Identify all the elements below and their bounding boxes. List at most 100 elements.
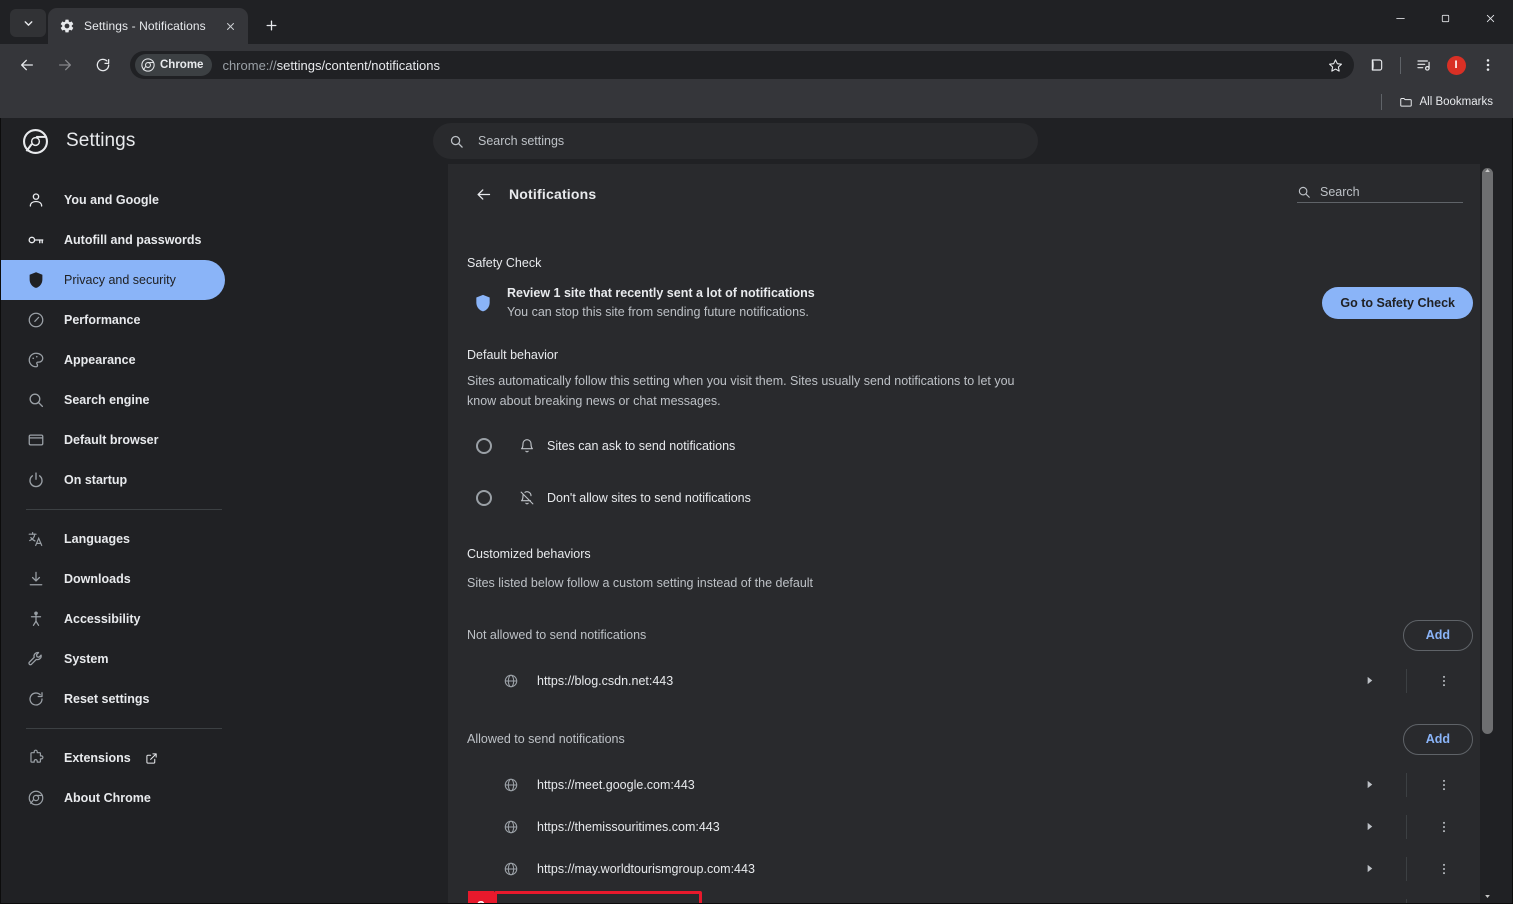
browser-tab[interactable]: Settings - Notifications [48, 8, 248, 44]
tab-search-icon[interactable] [10, 9, 46, 37]
table-row[interactable]: https://themissouritimes.com:443 [467, 805, 1473, 847]
row-divider [1406, 772, 1407, 797]
settings-content-card: Notifications Search Safety Check Review… [448, 164, 1495, 903]
minimize-icon[interactable] [1378, 0, 1423, 36]
more-options-icon[interactable] [1429, 896, 1459, 903]
bookmark-star-icon[interactable] [1322, 52, 1348, 78]
sidebar-item-downloads[interactable]: Downloads [1, 559, 225, 599]
sidebar-item-about-chrome[interactable]: About Chrome [1, 778, 225, 818]
chrome-icon [26, 788, 46, 808]
maximize-icon[interactable] [1423, 0, 1468, 36]
group-title: Allowed to send notifications [467, 732, 625, 747]
sidebar-item-label: Accessibility [64, 612, 141, 626]
default-behavior-section: Default behavior Sites automatically fol… [448, 348, 1495, 522]
bell-icon [518, 437, 536, 455]
search-icon [26, 390, 46, 410]
sidebar-item-languages[interactable]: Languages [1, 519, 225, 559]
chrome-menu-icon[interactable] [1473, 50, 1503, 80]
download-icon [26, 569, 46, 589]
close-icon[interactable] [1468, 0, 1513, 36]
new-tab-button[interactable] [256, 10, 286, 40]
scroll-up-icon[interactable] [1482, 165, 1493, 176]
table-row-highlighted[interactable]: https://salesconnection.my [467, 889, 1473, 903]
table-row[interactable]: https://may.worldtourismgroup.com:443 [467, 847, 1473, 889]
sidebar-item-label: You and Google [64, 193, 159, 207]
search-icon [450, 135, 463, 148]
radio-button[interactable] [476, 490, 492, 506]
page-search-placeholder: Search [1320, 185, 1360, 199]
table-row[interactable]: https://meet.google.com:443 [467, 763, 1473, 805]
back-icon[interactable] [466, 177, 500, 211]
page-search-input[interactable]: Search [1297, 185, 1463, 203]
settings-brand: Settings [23, 128, 421, 154]
avatar: I [1446, 55, 1466, 75]
power-icon [26, 470, 46, 490]
media-controls-icon[interactable] [1409, 50, 1439, 80]
back-icon[interactable] [12, 50, 42, 80]
row-divider [1406, 668, 1407, 693]
address-bar[interactable]: Chrome chrome://settings/content/notific… [130, 51, 1354, 79]
sidebar-item-reset-settings[interactable]: Reset settings [1, 679, 225, 719]
sidebar-item-search-engine[interactable]: Search engine [1, 380, 225, 420]
shield-icon [473, 293, 493, 313]
accessibility-icon [26, 609, 46, 629]
wrench-icon [26, 649, 46, 669]
sidebar-item-privacy-and-security[interactable]: Privacy and security [1, 260, 225, 300]
sidebar-item-label: Appearance [64, 353, 136, 367]
sidebar-item-extensions[interactable]: Extensions [1, 738, 225, 778]
search-settings-input[interactable]: Search settings [433, 123, 1038, 159]
content-header: Notifications Search [448, 164, 1495, 224]
external-link-icon [145, 752, 158, 765]
profile-avatar[interactable]: I [1441, 50, 1471, 80]
sidebar-item-default-browser[interactable]: Default browser [1, 420, 225, 460]
sidebar-item-you-and-google[interactable]: You and Google [1, 180, 225, 220]
chevron-right-icon[interactable] [1354, 896, 1384, 903]
sidebar-item-performance[interactable]: Performance [1, 300, 225, 340]
chevron-right-icon[interactable] [1354, 770, 1384, 800]
side-panel-icon[interactable] [1362, 50, 1392, 80]
default-behavior-description: Sites automatically follow this setting … [467, 373, 1015, 408]
sidebar-item-label: Autofill and passwords [64, 233, 202, 247]
chrome-icon [23, 128, 48, 154]
add-not-allowed-button[interactable]: Add [1402, 619, 1473, 651]
go-to-safety-check-button[interactable]: Go to Safety Check [1322, 286, 1473, 319]
add-allowed-button[interactable]: Add [1402, 723, 1473, 755]
forward-icon[interactable] [50, 50, 80, 80]
sidebar-item-label: Extensions [64, 751, 131, 765]
scroll-down-icon[interactable] [1482, 891, 1493, 902]
sidebar-item-autofill-and-passwords[interactable]: Autofill and passwords [1, 220, 225, 260]
scrollbar-track[interactable] [1480, 164, 1495, 903]
radio-dont-allow-sites[interactable]: Don't allow sites to send notifications [467, 475, 1473, 521]
all-bookmarks-button[interactable]: All Bookmarks [1395, 92, 1498, 112]
more-options-icon[interactable] [1429, 770, 1459, 800]
sidebar-item-appearance[interactable]: Appearance [1, 340, 225, 380]
more-options-icon[interactable] [1429, 812, 1459, 842]
safety-check-subtext: You can stop this site from sending futu… [507, 304, 809, 319]
chevron-right-icon[interactable] [1354, 666, 1384, 696]
more-options-icon[interactable] [1429, 854, 1459, 884]
sidebar-item-accessibility[interactable]: Accessibility [1, 599, 225, 639]
scrollbar-thumb[interactable] [1482, 168, 1493, 734]
reload-icon[interactable] [88, 50, 118, 80]
more-options-icon[interactable] [1429, 666, 1459, 696]
chevron-right-icon[interactable] [1354, 812, 1384, 842]
chrome-badge[interactable]: Chrome [135, 54, 213, 76]
sidebar-item-system[interactable]: System [1, 639, 225, 679]
folder-icon [1399, 98, 1412, 107]
site-url: https://blog.csdn.net:443 [537, 673, 674, 688]
radio-sites-can-ask[interactable]: Sites can ask to send notifications [467, 423, 1473, 469]
sidebar-item-label: Languages [64, 532, 130, 546]
sidebar-item-on-startup[interactable]: On startup [1, 460, 225, 500]
sidebar-item-label: System [64, 652, 109, 666]
tab-title: Settings - Notifications [84, 19, 206, 33]
sidebar-item-label: On startup [64, 473, 128, 487]
radio-button[interactable] [476, 438, 492, 454]
table-row[interactable]: https://blog.csdn.net:443 [467, 659, 1473, 701]
chevron-right-icon[interactable] [1354, 854, 1384, 884]
row-divider [1406, 814, 1407, 839]
customized-behaviors-title: Customized behaviors [467, 547, 591, 561]
safety-check-title: Safety Check [467, 256, 542, 270]
chrome-icon [141, 58, 155, 72]
close-icon[interactable] [221, 17, 240, 36]
translate-icon [26, 529, 46, 549]
